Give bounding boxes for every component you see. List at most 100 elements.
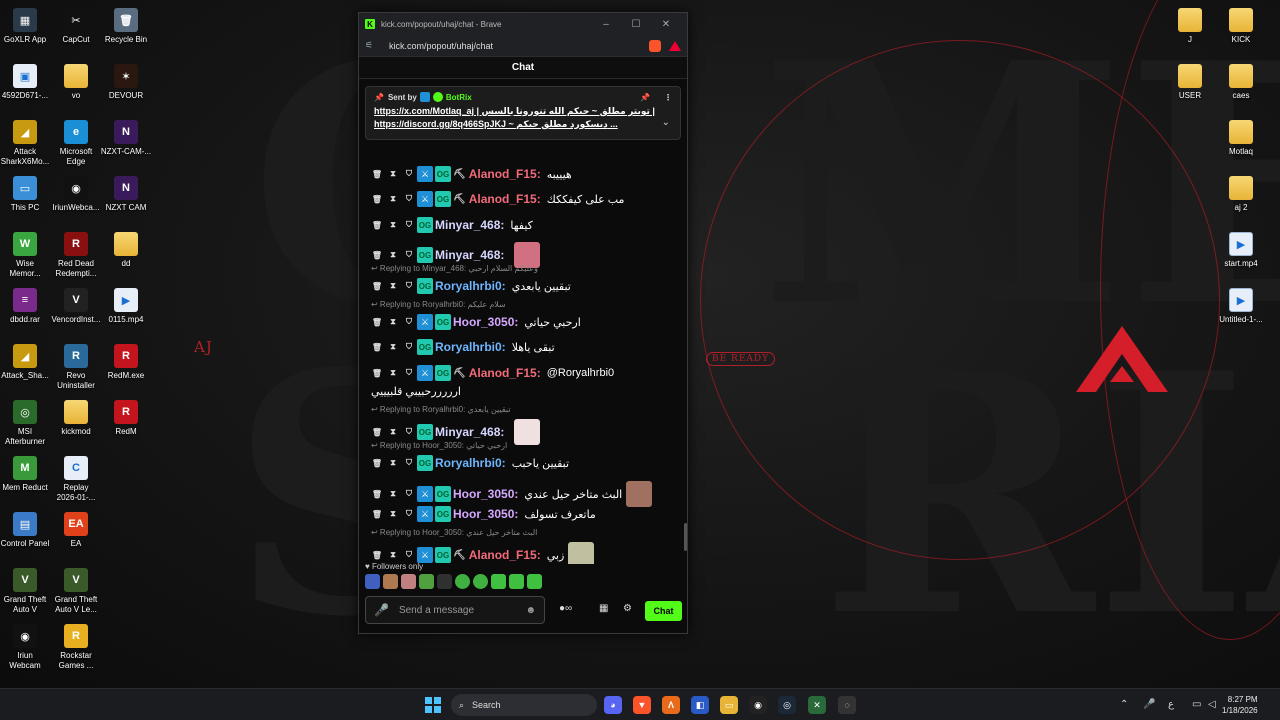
volume-icon[interactable]: ◁ bbox=[1208, 699, 1216, 710]
pinned-link-twitter[interactable]: https://x.com/Motlaq_aj | تويتر مطلق ~ ح… bbox=[374, 106, 672, 117]
chat-message[interactable]: 🗑 ⧗ ⛉ ⚔ OG Hoor_3050: البث متاخر حيل عندي bbox=[369, 481, 674, 507]
desktop-shortcut[interactable]: R RedM bbox=[91, 400, 161, 437]
ban-icon[interactable]: ⛉ bbox=[401, 342, 417, 352]
ban-icon[interactable]: ⛉ bbox=[401, 169, 417, 179]
reply-context[interactable]: ↩ Replying to Roryalhrbi0: تبقيين يابعدي bbox=[371, 405, 511, 414]
emoji-icon[interactable]: ☻ bbox=[525, 605, 536, 616]
timeout-icon[interactable]: ⧗ bbox=[385, 317, 401, 327]
ban-icon[interactable]: ⛉ bbox=[401, 220, 417, 230]
close-button[interactable]: ✕ bbox=[651, 19, 681, 30]
windows-start-icon[interactable] bbox=[425, 697, 441, 713]
timeout-icon[interactable]: ⧗ bbox=[385, 220, 401, 230]
username[interactable]: Roryalhrbi0: bbox=[435, 340, 506, 354]
emote[interactable] bbox=[365, 574, 380, 589]
username[interactable]: Alanod_F15: bbox=[469, 167, 541, 181]
desktop-shortcut[interactable]: Motlaq bbox=[1206, 120, 1276, 157]
pinned-link-discord[interactable]: https://discord.gg/8q466SpJKJ ~ ديسكورد … bbox=[374, 119, 672, 130]
username[interactable]: Hoor_3050: bbox=[453, 507, 518, 521]
network-icon[interactable]: ▭ bbox=[1192, 699, 1201, 710]
trash-icon[interactable]: 🗑 bbox=[369, 195, 385, 204]
trash-icon[interactable]: 🗑 bbox=[369, 282, 385, 291]
chat-message[interactable]: 🗑 ⧗ ⛉ ⚔ OG Hoor_3050: ارحبي حياتي bbox=[369, 314, 674, 330]
desktop-shortcut[interactable]: N NZXT-CAM-... bbox=[91, 120, 161, 157]
trash-icon[interactable]: 🗑 bbox=[369, 459, 385, 468]
username[interactable]: Minyar_468: bbox=[435, 248, 504, 262]
trash-icon[interactable]: 🗑 bbox=[369, 170, 385, 179]
app-icon[interactable]: Λ bbox=[662, 696, 680, 714]
brave-icon[interactable]: ▼ bbox=[633, 696, 651, 714]
discord-icon[interactable]: ◕ bbox=[604, 696, 622, 714]
timeout-icon[interactable]: ⧗ bbox=[385, 368, 401, 378]
send-chat-button[interactable]: Chat bbox=[645, 601, 682, 621]
trash-icon[interactable]: 🗑 bbox=[369, 318, 385, 327]
desktop-shortcut[interactable]: C Replay 2026-01-... bbox=[41, 456, 111, 503]
chat-message[interactable]: 🗑 ⧗ ⛉ ⚔ OG ⛏ Alanod_F15: هيييبه bbox=[369, 166, 674, 182]
trash-icon[interactable]: 🗑 bbox=[369, 551, 385, 560]
emote[interactable] bbox=[514, 419, 541, 445]
chat-message[interactable]: 🗑 ⧗ ⛉ OG Roryalhrbi0: تبقيين يابعدي bbox=[369, 278, 674, 294]
more-options-icon[interactable]: ⋮ bbox=[664, 93, 672, 102]
ban-icon[interactable]: ⛉ bbox=[401, 194, 417, 204]
chat-message[interactable]: 🗑 ⧗ ⛉ ⚔ OG ⛏ Alanod_F15: @Roryalhrbi0 bbox=[369, 365, 674, 381]
chat-message[interactable]: 🗑 ⧗ ⛉ ⚔ OG ⛏ Alanod_F15: زبي bbox=[369, 542, 674, 564]
trash-icon[interactable]: 🗑 bbox=[369, 343, 385, 352]
taskbar-search[interactable]: ⌕ Search bbox=[451, 694, 597, 716]
username[interactable]: Alanod_F15: bbox=[469, 366, 541, 380]
brave-shield-icon[interactable] bbox=[649, 39, 661, 52]
username[interactable]: Minyar_468: bbox=[435, 218, 504, 232]
timeout-icon[interactable]: ⧗ bbox=[385, 169, 401, 179]
pinned-message[interactable]: 📌 Sent by BotRix 📌 ⋮ https://x.com/Motla… bbox=[365, 86, 681, 140]
ban-icon[interactable]: ⛉ bbox=[401, 427, 417, 437]
clock[interactable]: 8:27 PM 1/18/2026 bbox=[1222, 694, 1258, 716]
chat-message[interactable]: 🗑 ⧗ ⛉ ⚔ OG Hoor_3050: ماتعرف تسولف bbox=[369, 506, 674, 522]
desktop-shortcut[interactable]: ▶ start.mp4 bbox=[1206, 232, 1276, 269]
emote[interactable] bbox=[568, 542, 595, 564]
trash-icon[interactable]: 🗑 bbox=[369, 510, 385, 519]
reply-context[interactable]: ↩ Replying to Hoor_3050: البث متاخر حيل … bbox=[371, 528, 537, 537]
trash-icon[interactable]: 🗑 bbox=[369, 221, 385, 230]
ban-icon[interactable]: ⛉ bbox=[401, 489, 417, 499]
desktop-shortcut[interactable]: dd bbox=[91, 232, 161, 269]
kicks-icon[interactable]: ●∞ bbox=[559, 603, 572, 614]
unpin-icon[interactable]: 📌 bbox=[640, 93, 650, 102]
chat-message[interactable]: 🗑 ⧗ ⛉ OG Minyar_468: كيفها bbox=[369, 217, 674, 233]
chat-scrollbar[interactable] bbox=[684, 523, 687, 551]
app-icon[interactable]: ◌ bbox=[838, 696, 856, 714]
username[interactable]: Roryalhrbi0: bbox=[435, 456, 506, 470]
desktop-shortcut[interactable]: KICK bbox=[1206, 8, 1276, 45]
steam-icon[interactable]: ◎ bbox=[778, 696, 796, 714]
emote[interactable] bbox=[401, 574, 416, 589]
desktop-shortcut[interactable]: V Grand Theft Auto V Le... bbox=[41, 568, 111, 615]
chat-message-list[interactable]: 🗑 ⧗ ⛉ ⚔ OG ⛏ Alanod_F15: هيييبه 🗑 ⧗ ⛉ ⚔ OG ⛏ Alanod_F1… bbox=[359, 144, 681, 564]
url-text[interactable]: kick.com/popout/uhaj/chat bbox=[389, 41, 645, 51]
file-explorer-icon[interactable]: ▭ bbox=[720, 696, 738, 714]
microphone-icon[interactable]: 🎤 bbox=[374, 603, 389, 617]
desktop-shortcut[interactable]: ▶ Untitled-1-... bbox=[1206, 288, 1276, 325]
xbox-icon[interactable]: ✕ bbox=[808, 696, 826, 714]
emote[interactable] bbox=[509, 574, 524, 589]
chat-message[interactable]: 🗑 ⧗ ⛉ OG Roryalhrbi0: تبقى ياهلا bbox=[369, 339, 674, 355]
username[interactable]: Hoor_3050: bbox=[453, 315, 518, 329]
desktop-shortcut[interactable]: 🗑 Recycle Bin bbox=[91, 8, 161, 45]
desktop-shortcut[interactable]: R RedM.exe bbox=[91, 344, 161, 381]
username[interactable]: Hoor_3050: bbox=[453, 487, 518, 501]
store-icon[interactable]: ▦ bbox=[599, 603, 608, 614]
chevron-up-icon[interactable]: ⌃ bbox=[1120, 699, 1128, 710]
reply-context[interactable]: ↩ Replying to Hoor_3050: ارحبي حياتي bbox=[371, 441, 507, 450]
desktop-shortcut[interactable]: caes bbox=[1206, 64, 1276, 101]
timeout-icon[interactable]: ⧗ bbox=[385, 250, 401, 260]
chevron-down-icon[interactable]: ⌄ bbox=[662, 117, 670, 128]
maximize-button[interactable]: ☐ bbox=[621, 19, 651, 30]
trash-icon[interactable]: 🗑 bbox=[369, 428, 385, 437]
trash-icon[interactable]: 🗑 bbox=[369, 490, 385, 499]
desktop-shortcut[interactable]: ✶ DEVOUR bbox=[91, 64, 161, 101]
ban-icon[interactable]: ⛉ bbox=[401, 368, 417, 378]
site-settings-icon[interactable]: ⚟ bbox=[365, 40, 377, 51]
reply-context[interactable]: ↩ Replying to Roryalhrbi0: سلام عليكم bbox=[371, 300, 506, 309]
desktop-shortcut[interactable]: R Rockstar Games ... bbox=[41, 624, 111, 671]
microphone-icon[interactable]: 🎤 bbox=[1143, 699, 1155, 710]
emote[interactable] bbox=[437, 574, 452, 589]
desktop-shortcut[interactable]: EA EA bbox=[41, 512, 111, 549]
ban-icon[interactable]: ⛉ bbox=[401, 550, 417, 560]
ban-icon[interactable]: ⛉ bbox=[401, 281, 417, 291]
